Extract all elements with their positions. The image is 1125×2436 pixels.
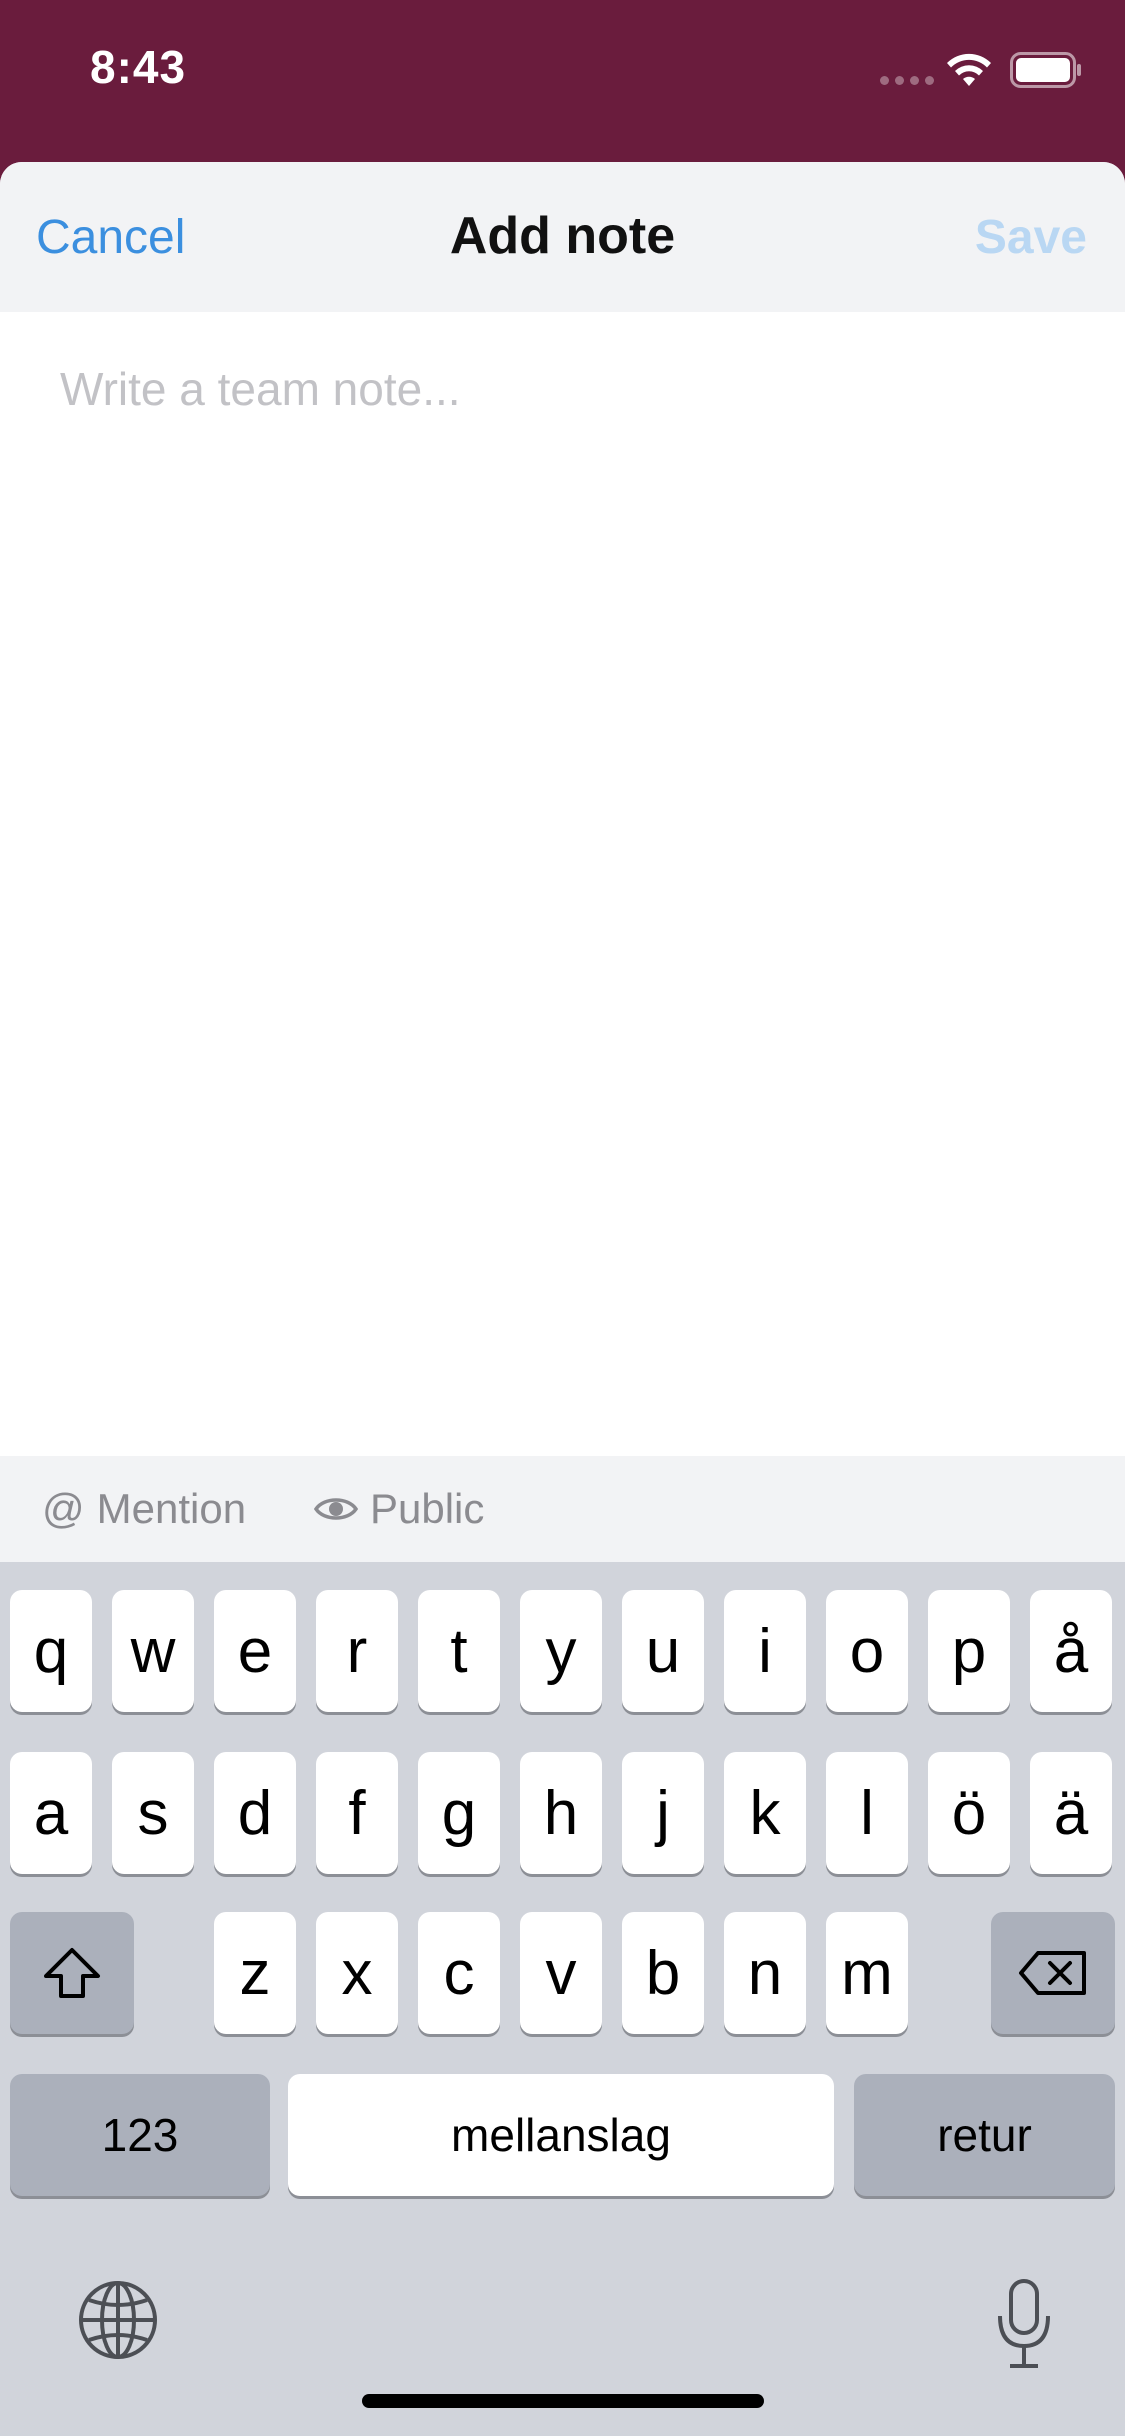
key-q[interactable]: q [10,1590,92,1712]
visibility-label: Public [370,1485,485,1532]
delete-key[interactable] [991,1912,1115,2034]
mention-label: Mention [96,1485,247,1532]
return-key[interactable]: retur [854,2074,1115,2196]
globe-icon[interactable] [76,2278,160,2362]
key-w[interactable]: w [112,1590,194,1712]
key-f[interactable]: f [316,1752,398,1874]
key-h[interactable]: h [520,1752,602,1874]
key-o[interactable]: o [826,1590,908,1712]
key-j[interactable]: j [622,1752,704,1874]
home-indicator [362,2394,764,2408]
key-b[interactable]: b [622,1912,704,2034]
key-t[interactable]: t [418,1590,500,1712]
key-ö[interactable]: ö [928,1752,1010,1874]
key-z[interactable]: z [214,1912,296,2034]
wifi-icon [947,53,991,86]
key-p[interactable]: p [928,1590,1010,1712]
battery-icon [1010,52,1081,88]
microphone-icon[interactable] [994,2278,1054,2370]
numbers-key[interactable]: 123 [10,2074,270,2196]
key-ä[interactable]: ä [1030,1752,1112,1874]
mention-button[interactable]: @ Mention [42,1456,246,1562]
save-button[interactable]: Save [975,210,1087,265]
key-x[interactable]: x [316,1912,398,2034]
key-e[interactable]: e [214,1590,296,1712]
key-l[interactable]: l [826,1752,908,1874]
key-u[interactable]: u [622,1590,704,1712]
key-d[interactable]: d [214,1752,296,1874]
note-input[interactable] [60,362,1060,1562]
key-m[interactable]: m [826,1912,908,2034]
key-y[interactable]: y [520,1590,602,1712]
shift-icon [44,1948,100,1998]
status-time: 8:43 [90,41,187,93]
key-k[interactable]: k [724,1752,806,1874]
nav-bar: Cancel Add note Save [0,162,1125,312]
status-bar: 8:43 [0,0,1125,160]
key-a[interactable]: a [10,1752,92,1874]
note-accessory-bar: @ Mention Public [0,1456,1125,1562]
key-r[interactable]: r [316,1590,398,1712]
cancel-button[interactable]: Cancel [36,210,185,265]
space-key[interactable]: mellanslag [288,2074,834,2196]
key-s[interactable]: s [112,1752,194,1874]
keyboard: qwertyuiopå asdfghjklöä zxcvbnm 123 mell… [0,1562,1125,2436]
key-g[interactable]: g [418,1752,500,1874]
key-i[interactable]: i [724,1590,806,1712]
shift-key[interactable] [10,1912,134,2034]
cellular-signal-icon [880,76,934,85]
key-n[interactable]: n [724,1912,806,2034]
visibility-button[interactable]: Public [314,1456,484,1562]
backspace-icon [1019,1951,1086,1995]
key-c[interactable]: c [418,1912,500,2034]
at-icon: @ [42,1485,85,1532]
key-v[interactable]: v [520,1912,602,2034]
key-å[interactable]: å [1030,1590,1112,1712]
eye-icon [314,1498,358,1520]
